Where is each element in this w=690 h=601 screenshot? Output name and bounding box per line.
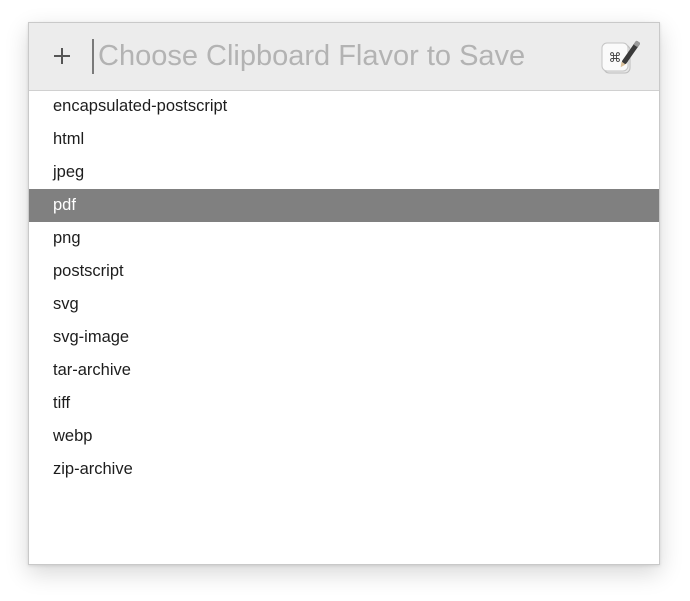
list-item[interactable]: postscript	[29, 255, 659, 288]
list-item[interactable]: png	[29, 222, 659, 255]
clipboard-command-icon[interactable]: ⌘	[600, 39, 640, 77]
flavor-list: encapsulated-postscript html jpeg pdf pn…	[29, 90, 659, 486]
list-item[interactable]: tiff	[29, 387, 659, 420]
flavor-chooser-panel: ⌘ encapsulated-postscript html jpeg pdf …	[28, 22, 660, 565]
text-cursor	[92, 39, 94, 74]
list-item[interactable]: zip-archive	[29, 453, 659, 486]
add-button[interactable]	[47, 38, 77, 74]
plus-icon	[54, 48, 70, 64]
list-item[interactable]: jpeg	[29, 156, 659, 189]
svg-text:⌘: ⌘	[609, 51, 622, 66]
list-item[interactable]: svg	[29, 288, 659, 321]
list-item[interactable]: encapsulated-postscript	[29, 90, 659, 123]
search-input[interactable]	[98, 36, 578, 76]
list-item[interactable]: html	[29, 123, 659, 156]
list-item[interactable]: svg-image	[29, 321, 659, 354]
list-item[interactable]: webp	[29, 420, 659, 453]
search-header: ⌘	[29, 23, 659, 91]
list-item[interactable]: tar-archive	[29, 354, 659, 387]
list-item-selected[interactable]: pdf	[29, 189, 659, 222]
